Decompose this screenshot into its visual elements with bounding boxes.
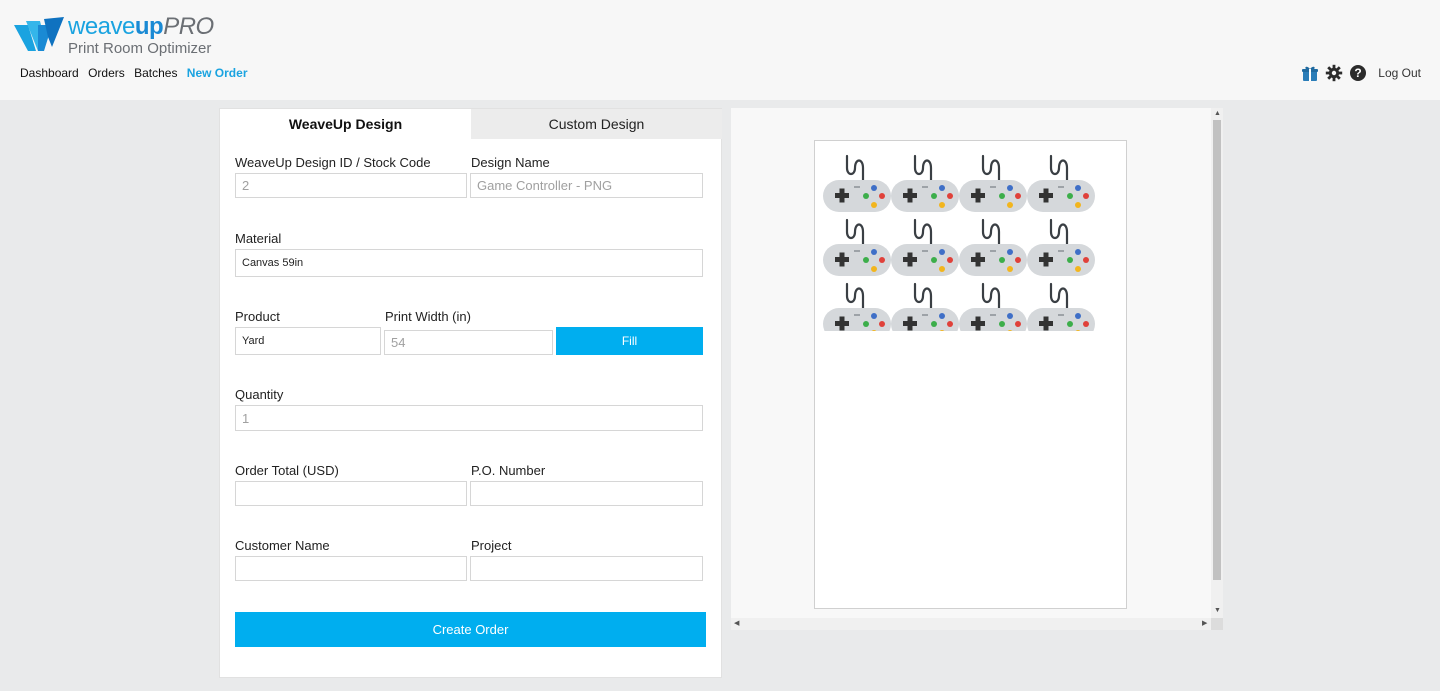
controller-tile [891, 154, 959, 212]
logo-wordmark: weaveupPRO [68, 15, 214, 39]
scroll-left-arrow[interactable]: ◀ [734, 620, 739, 628]
logo-bold: up [134, 13, 164, 40]
quantity-field[interactable]: 1 [235, 405, 703, 431]
gear-icon[interactable] [1325, 64, 1343, 82]
quantity-label: Quantity [235, 387, 284, 402]
controller-pattern [823, 154, 1095, 331]
scroll-up-arrow[interactable]: ▲ [1214, 110, 1221, 118]
nav-dashboard[interactable]: Dashboard [20, 66, 79, 80]
material-label: Material [235, 231, 282, 246]
po-number-field[interactable] [470, 481, 703, 506]
controller-tile [1027, 218, 1095, 276]
logo-subtitle: Print Room Optimizer [68, 40, 212, 57]
controller-tile [1027, 282, 1095, 331]
controller-tile [1027, 154, 1095, 212]
order-total-field[interactable] [235, 481, 467, 506]
logout-link[interactable]: Log Out [1378, 66, 1421, 80]
scrollbar-corner [1211, 618, 1223, 630]
nav-orders[interactable]: Orders [88, 66, 125, 80]
tab-weaveup-design[interactable]: WeaveUp Design [220, 109, 471, 139]
weaveup-logo-icon [14, 17, 64, 51]
print-canvas [814, 140, 1127, 609]
order-total-label: Order Total (USD) [235, 463, 339, 478]
controller-tile [891, 282, 959, 331]
gift-icon[interactable] [1301, 64, 1319, 82]
tab-custom-design[interactable]: Custom Design [471, 109, 722, 139]
product-label: Product [235, 309, 280, 324]
design-tabs: WeaveUp Design Custom Design [220, 109, 722, 139]
controller-tile [823, 154, 891, 212]
scroll-down-arrow[interactable]: ▼ [1214, 607, 1221, 615]
controller-tile [959, 282, 1027, 331]
fill-button[interactable]: Fill [556, 327, 703, 355]
controller-tile [959, 218, 1027, 276]
svg-text:?: ? [1355, 66, 1362, 80]
project-field[interactable] [470, 556, 703, 581]
po-number-label: P.O. Number [471, 463, 546, 478]
preview-horizontal-scrollbar[interactable] [731, 618, 1211, 630]
create-order-button[interactable]: Create Order [235, 612, 706, 647]
project-label: Project [471, 538, 512, 553]
weaveup-logo[interactable]: weaveupPRO Print Room Optimizer [14, 15, 214, 60]
design-name-field[interactable]: Game Controller - PNG [470, 173, 703, 198]
header-actions: ? Log Out [1295, 64, 1421, 82]
nav-batches[interactable]: Batches [134, 66, 177, 80]
nav-new-order[interactable]: New Order [187, 66, 248, 80]
controller-tile [823, 282, 891, 331]
customer-name-field[interactable] [235, 556, 467, 581]
product-select[interactable]: Yard [235, 327, 381, 355]
logo-suffix: PRO [163, 13, 214, 40]
design-name-label: Design Name [471, 155, 550, 170]
app-header: weaveupPRO Print Room Optimizer Dashboar… [0, 0, 1440, 100]
material-select[interactable]: Canvas 59in [235, 249, 703, 277]
controller-tile [891, 218, 959, 276]
design-id-field[interactable]: 2 [235, 173, 467, 198]
main-nav: Dashboard Orders Batches New Order [20, 66, 253, 80]
print-width-field[interactable]: 54 [384, 330, 553, 355]
preview-vertical-scroll-thumb[interactable] [1213, 120, 1221, 580]
controller-tile [959, 154, 1027, 212]
customer-name-label: Customer Name [235, 538, 330, 553]
design-id-label: WeaveUp Design ID / Stock Code [235, 155, 431, 170]
controller-tile [823, 218, 891, 276]
help-icon[interactable]: ? [1349, 64, 1367, 82]
print-width-label: Print Width (in) [385, 309, 471, 324]
logo-prefix: weave [68, 13, 135, 40]
scroll-right-arrow[interactable]: ▶ [1202, 620, 1207, 628]
